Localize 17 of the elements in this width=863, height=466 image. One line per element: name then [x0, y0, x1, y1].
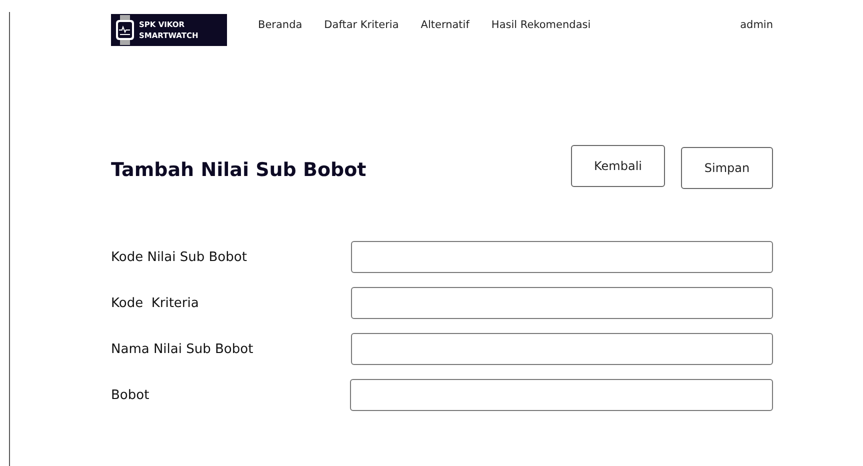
input-field[interactable] — [351, 287, 773, 319]
nav-link[interactable]: Daftar Kriteria — [324, 19, 399, 31]
field-label: Nama Nilai Sub Bobot — [111, 342, 254, 356]
back-button[interactable]: Kembali — [571, 145, 665, 187]
user-link[interactable]: admin — [740, 19, 773, 31]
smartwatch-icon — [115, 15, 135, 45]
field-label: Kode Nilai Sub Bobot — [111, 250, 248, 264]
nav-link[interactable]: Beranda — [258, 19, 302, 31]
page-title: Tambah Nilai Sub Bobot — [111, 159, 366, 181]
nav-link[interactable]: Hasil Rekomendasi — [491, 19, 591, 31]
input-field[interactable] — [351, 241, 773, 273]
field-label: Bobot — [111, 388, 150, 402]
save-button[interactable]: Simpan — [681, 146, 773, 188]
field-label: Kode Kriteria — [111, 296, 200, 310]
nav-link[interactable]: Alternatif — [420, 19, 470, 31]
input-field[interactable] — [350, 379, 773, 411]
input-field[interactable] — [351, 333, 773, 365]
